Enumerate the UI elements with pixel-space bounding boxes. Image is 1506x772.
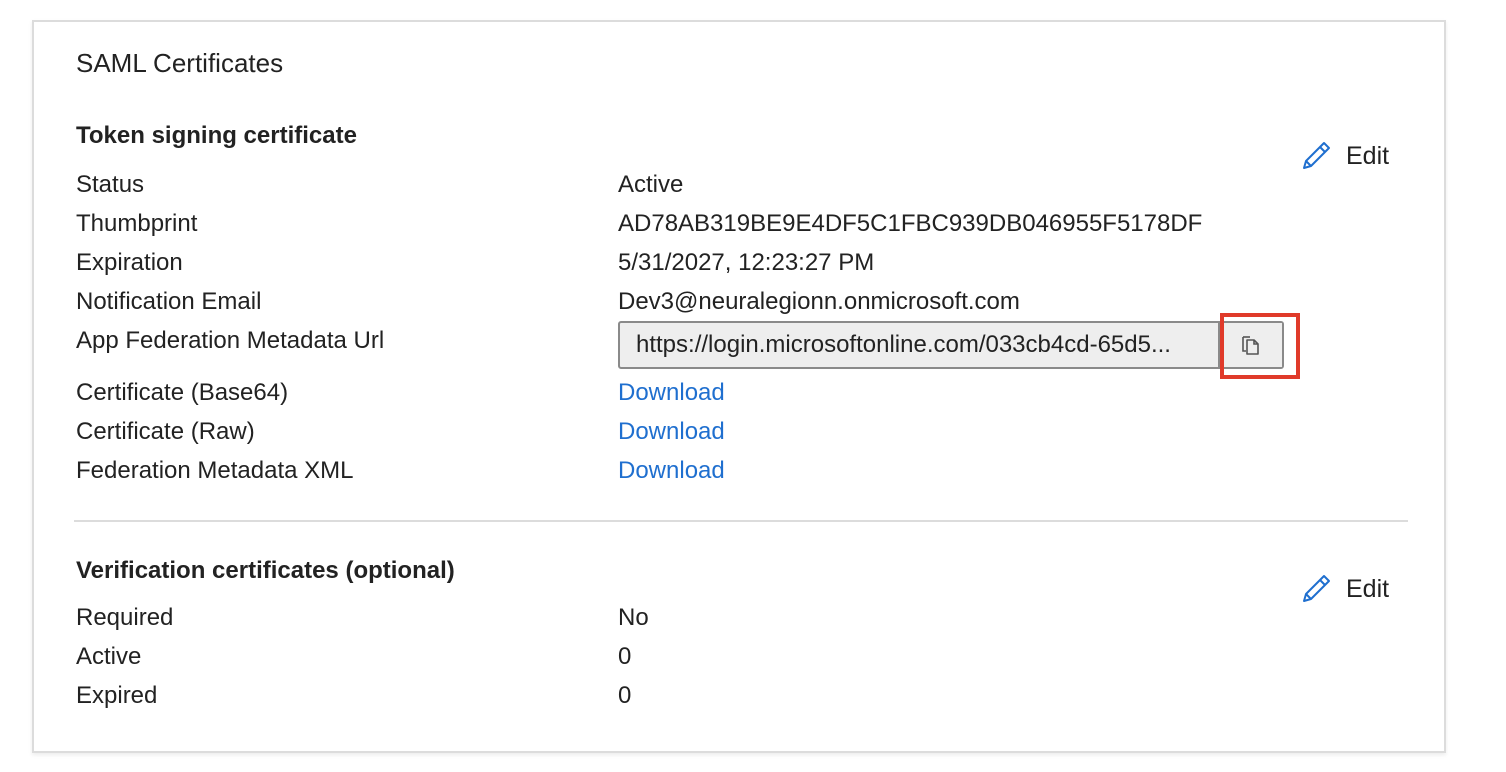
row-label: Expired	[76, 682, 158, 709]
row-label: Required	[76, 604, 174, 631]
row-active: Active 0	[76, 639, 1376, 675]
row-label: Certificate (Raw)	[76, 418, 255, 445]
required-value: No	[618, 604, 649, 631]
row-notification-email: Notification Email Dev3@neuralegionn.onm…	[76, 284, 1376, 320]
row-federation-metadata-xml: Federation Metadata XML Download	[76, 453, 1376, 489]
notification-email-value: Dev3@neuralegionn.onmicrosoft.com	[618, 288, 1020, 315]
copy-url-button[interactable]	[1218, 323, 1282, 367]
card-title: SAML Certificates	[76, 48, 284, 78]
verification-title: Verification certificates (optional)	[76, 557, 455, 584]
row-label: Federation Metadata XML	[76, 457, 354, 484]
row-label: App Federation Metadata Url	[76, 327, 385, 354]
download-certificate-base64-link[interactable]: Download	[618, 375, 725, 411]
thumbprint-value: AD78AB319BE9E4DF5C1FBC939DB046955F5178DF	[618, 210, 1203, 237]
row-expired: Expired 0	[76, 678, 1376, 714]
row-required: Required No	[76, 600, 1376, 636]
row-label: Notification Email	[76, 288, 262, 315]
expired-value: 0	[618, 682, 632, 709]
token-signing-title: Token signing certificate	[76, 122, 357, 149]
row-label: Expiration	[76, 249, 183, 276]
status-value: Active	[618, 171, 684, 198]
download-certificate-raw-link[interactable]: Download	[618, 414, 725, 450]
row-label: Certificate (Base64)	[76, 379, 289, 406]
section-divider	[74, 520, 1408, 522]
row-certificate-base64: Certificate (Base64) Download	[76, 375, 1376, 411]
metadata-url-text[interactable]: https://login.microsoftonline.com/033cb4…	[620, 323, 1218, 367]
row-certificate-raw: Certificate (Raw) Download	[76, 414, 1376, 450]
row-expiration: Expiration 5/31/2027, 12:23:27 PM	[76, 245, 1376, 281]
saml-certificates-card: SAML Certificates Token signing certific…	[32, 20, 1446, 753]
copy-icon	[1242, 336, 1259, 355]
download-federation-metadata-xml-link[interactable]: Download	[618, 453, 725, 489]
expiration-value: 5/31/2027, 12:23:27 PM	[618, 249, 875, 276]
row-label: Thumbprint	[76, 210, 198, 237]
row-label: Active	[76, 643, 142, 670]
active-value: 0	[618, 643, 632, 670]
row-status: Status Active	[76, 167, 1376, 203]
row-thumbprint: Thumbprint AD78AB319BE9E4DF5C1FBC939DB04…	[76, 206, 1376, 242]
metadata-url-field[interactable]: https://login.microsoftonline.com/033cb4…	[618, 321, 1284, 369]
row-label: Status	[76, 171, 145, 198]
